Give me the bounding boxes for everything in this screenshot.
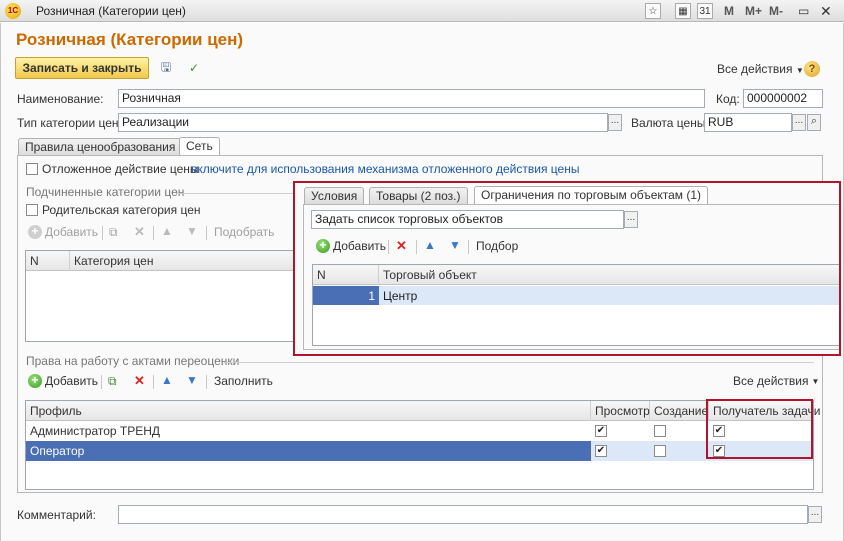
memory-plus-button[interactable]: M+ [745,3,762,19]
tab-network[interactable]: Сеть [179,137,220,155]
toolbar-separator [101,375,102,389]
deferred-action-checkbox[interactable] [26,163,38,175]
name-input[interactable]: Розничная [118,89,705,108]
calendar-icon[interactable]: 31 [697,3,713,19]
subordinate-grid-header: N Категория цен [26,251,304,271]
sub-col-category[interactable]: Категория цен [70,251,306,271]
store-restrictions-highlight [293,181,841,356]
row-create-checkbox[interactable] [654,445,666,457]
rights-delete-icon[interactable]: ✕ [134,373,145,389]
comment-label: Комментарий: [17,508,96,522]
dropdown-arrow-icon: ▼ [795,66,804,75]
rights-copy-icon[interactable]: ⧉ [108,374,117,389]
add-icon: + [28,374,42,388]
section-divider [224,362,814,363]
table-row[interactable]: Оператор ✔ ✔ [26,441,813,461]
rights-all-actions-menu[interactable]: Все действия ▼ [733,374,819,388]
sub-move-down-icon[interactable]: ▼ [186,224,198,238]
enable-deferred-link[interactable]: включите для использования механизма отл… [191,162,579,176]
currency-input[interactable]: RUB [704,113,792,132]
comment-open-button[interactable]: ... [808,506,822,523]
sub-move-up-icon[interactable]: ▲ [161,224,173,238]
parent-category-label: Родительская категория цен [42,203,201,217]
rights-move-up-icon[interactable]: ▲ [161,373,173,387]
toolbar-separator [153,375,154,389]
toolbar-separator [153,226,154,240]
favorite-star-icon[interactable]: ☆ [645,3,661,19]
rights-add-button[interactable]: + Добавить [28,374,98,388]
rights-all-actions-label: Все действия [733,374,809,388]
code-label: Код: [716,92,740,106]
currency-label: Валюта цены: [631,116,709,130]
toolbar-separator [206,375,207,389]
receiver-column-highlight [706,399,813,459]
post-document-icon[interactable]: ✓ [185,59,203,77]
row-view-checkbox[interactable]: ✔ [595,425,607,437]
rights-section-title: Права на работу с актами переоценки [26,354,240,368]
table-row[interactable]: Администратор ТРЕНД ✔ ✔ [26,421,813,441]
row-profile: Оператор [26,441,591,461]
rights-fill-button[interactable]: Заполнить [214,374,273,388]
row-profile: Администратор ТРЕНД [30,424,161,438]
help-icon[interactable]: ? [804,61,820,77]
toolbar-separator [102,226,103,240]
all-actions-menu[interactable]: Все действия ▼ [717,62,804,76]
rights-col-create[interactable]: Создание [650,401,709,421]
row-create-checkbox[interactable] [654,425,666,437]
sub-col-n[interactable]: N [26,251,70,271]
rights-move-down-icon[interactable]: ▼ [186,373,198,387]
rights-grid[interactable]: Профиль Просмотр Создание Получатель зад… [25,400,820,490]
comment-input[interactable] [118,505,808,524]
close-window-icon[interactable]: ✕ [820,3,832,19]
price-type-input[interactable]: Реализации [118,113,608,132]
save-and-close-button[interactable]: Записать и закрыть [15,57,149,79]
currency-open-icon[interactable]: ⌕ [807,114,821,131]
app-logo-icon: 1С [5,3,21,19]
parent-category-checkbox[interactable] [26,204,38,216]
save-icon[interactable]: 🖫 [157,59,175,77]
rights-add-label: Добавить [45,374,99,388]
deferred-action-label: Отложенное действие цены [42,162,199,176]
section-divider [176,193,294,194]
rights-col-view[interactable]: Просмотр [591,401,650,421]
price-type-label: Тип категории цен: [17,116,122,130]
rights-grid-header: Профиль Просмотр Создание Получатель зад… [26,401,820,421]
sub-copy-icon[interactable]: ⧉ [109,225,118,240]
restore-window-icon[interactable]: ▭ [798,3,809,19]
rights-col-profile[interactable]: Профиль [26,401,591,421]
price-type-select-button[interactable]: ... [608,114,622,131]
row-view-checkbox[interactable]: ✔ [595,445,607,457]
sub-add-label: Добавить [45,225,99,239]
memory-minus-button[interactable]: M- [769,3,783,19]
calculator-icon[interactable]: ▦ [675,3,691,19]
sub-add-button[interactable]: + Добавить [28,225,98,239]
memory-m-button[interactable]: M [724,3,734,19]
add-icon: + [28,225,42,239]
form-title: Розничная (Категории цен) [16,30,244,49]
sub-delete-icon[interactable]: ✕ [134,224,145,240]
all-actions-label: Все действия [717,62,793,76]
subordinate-section-title: Подчиненные категории цен [26,185,185,199]
tab-pricing-rules[interactable]: Правила ценообразования [18,138,183,155]
dropdown-arrow-icon: ▼ [811,376,820,386]
window-title: Розничная (Категории цен) [36,4,186,18]
toolbar-separator [206,226,207,240]
currency-select-button[interactable]: ... [792,114,806,131]
code-input[interactable]: 000000002 [743,89,823,108]
name-label: Наименование: [17,92,104,106]
subordinate-grid[interactable]: N Категория цен [25,250,305,342]
sub-pick-button[interactable]: Подобрать [214,225,274,239]
